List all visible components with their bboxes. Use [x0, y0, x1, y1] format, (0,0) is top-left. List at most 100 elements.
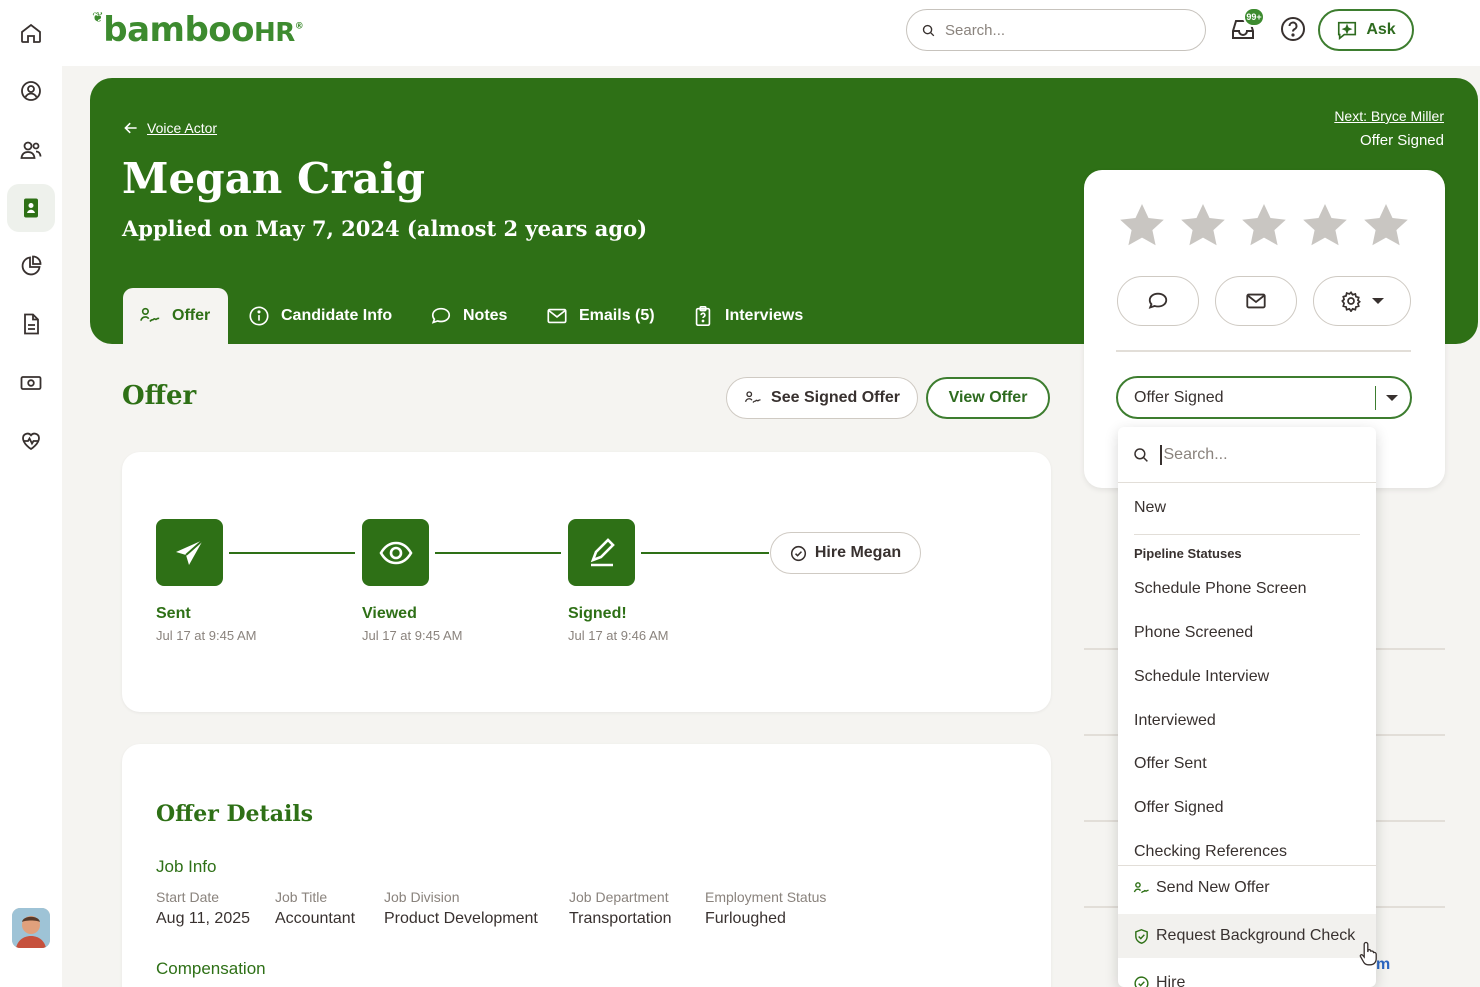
rail-people[interactable] — [7, 126, 55, 174]
hand-pointer-icon — [1359, 941, 1377, 966]
chevron-down-icon — [1372, 298, 1384, 304]
pen-icon — [590, 537, 615, 566]
rail-reports[interactable] — [7, 242, 55, 290]
status-select[interactable]: Offer Signed — [1116, 376, 1412, 419]
status-option[interactable]: Offer Signed — [1134, 799, 1224, 817]
action-label: Request Background Check — [1156, 927, 1356, 944]
detail-value: Furloughed — [705, 910, 786, 927]
step-viewed — [362, 519, 429, 586]
star-icon[interactable] — [1360, 200, 1412, 252]
shield-check-icon — [1135, 928, 1148, 944]
star-icon[interactable] — [1299, 200, 1351, 252]
avatar[interactable] — [12, 908, 50, 948]
search-icon — [1134, 447, 1148, 462]
back-link-label: Voice Actor — [147, 120, 218, 136]
view-offer-button[interactable]: View Offer — [926, 377, 1050, 419]
applied-date: Applied on May 7, 2024 (almost 2 years a… — [122, 216, 648, 241]
see-signed-offer-button[interactable]: See Signed Offer — [726, 377, 918, 419]
text-cursor — [1160, 444, 1162, 465]
help-icon — [1281, 17, 1305, 41]
button-label: See Signed Offer — [771, 389, 900, 406]
select-separator — [1374, 386, 1376, 410]
add-comment-button[interactable] — [1117, 276, 1199, 326]
status-option[interactable]: Interviewed — [1134, 712, 1216, 730]
star-icon[interactable] — [1238, 200, 1290, 252]
status-search-input[interactable]: Search... — [1118, 427, 1376, 483]
payroll-icon — [20, 376, 42, 390]
arrow-left-icon — [124, 122, 137, 134]
step-date: Jul 17 at 9:45 AM — [156, 628, 257, 643]
tab-label: Notes — [463, 307, 508, 324]
section-title: Offer — [122, 381, 197, 411]
step-date: Jul 17 at 9:45 AM — [362, 628, 463, 643]
status-option[interactable]: Schedule Phone Screen — [1134, 580, 1307, 598]
chevron-down-icon[interactable] — [1386, 395, 1398, 401]
dropdown-divider — [1134, 534, 1360, 535]
tab-notes[interactable]: Notes — [430, 288, 507, 344]
detail-key: Job Title — [275, 889, 328, 905]
clipboard-icon — [695, 306, 711, 326]
rail-benefits[interactable] — [7, 417, 55, 465]
offer-details-title: Offer Details — [156, 801, 314, 827]
rail-payroll[interactable] — [7, 359, 55, 407]
tab-candidate-info[interactable]: Candidate Info — [248, 288, 392, 344]
detail-key: Job Department — [569, 889, 669, 905]
send-email-button[interactable] — [1215, 276, 1297, 326]
help-button[interactable] — [1277, 13, 1309, 45]
dropdown-group-label: Pipeline Statuses — [1134, 546, 1242, 561]
profile-icon — [21, 81, 41, 101]
candidate-name: Megan Craig — [122, 154, 426, 203]
status-option[interactable]: Schedule Interview — [1134, 668, 1269, 686]
status-select-value: Offer Signed — [1134, 388, 1224, 406]
candidate-settings-button[interactable] — [1313, 276, 1411, 326]
gear-icon — [1341, 291, 1361, 312]
request-background-check-option[interactable]: Request Background Check — [1118, 914, 1376, 958]
info-icon — [249, 306, 269, 326]
status-option[interactable]: Checking References — [1134, 843, 1287, 861]
detail-value: Transportation — [569, 910, 672, 927]
signature-icon — [140, 307, 160, 322]
button-label: View Offer — [948, 389, 1028, 406]
user-avatar-icon — [12, 908, 50, 948]
hire-option[interactable]: Hire — [1118, 961, 1376, 987]
notification-badge: 99+ — [1243, 7, 1265, 27]
leaf-icon: ❦ — [92, 10, 104, 26]
search-placeholder: Search... — [945, 21, 1006, 39]
home-icon — [21, 23, 41, 43]
tab-offer[interactable]: Offer — [123, 288, 228, 344]
detail-job-division: Job Division Product Development — [384, 889, 538, 928]
detail-key: Employment Status — [705, 889, 827, 905]
step-connector — [641, 552, 769, 554]
rail-documents[interactable] — [7, 300, 55, 348]
back-to-job-link[interactable]: Voice Actor — [123, 120, 217, 136]
status-dropdown: Search... New Pipeline Statuses Schedule… — [1118, 427, 1376, 987]
detail-key: Start Date — [156, 889, 220, 905]
status-option[interactable]: Offer Sent — [1134, 755, 1207, 773]
tab-emails[interactable]: Emails (5) — [546, 288, 655, 344]
star-icon[interactable] — [1116, 200, 1168, 252]
rail-profile[interactable] — [7, 67, 55, 115]
detail-job-title: Job Title Accountant — [275, 889, 355, 928]
bamboohr-logo[interactable]: ❦bambooHR® — [92, 10, 304, 50]
action-label: Send New Offer — [1156, 879, 1270, 896]
signature-icon — [1133, 881, 1149, 893]
send-new-offer-option[interactable]: Send New Offer — [1118, 866, 1376, 910]
rail-hiring[interactable] — [7, 184, 55, 232]
step-label: Sent — [156, 605, 191, 622]
hire-candidate-button[interactable]: Hire Megan — [770, 532, 921, 574]
detail-value: Aug 11, 2025 — [156, 910, 251, 927]
tab-label: Emails (5) — [579, 307, 655, 324]
ask-button[interactable]: Ask — [1318, 9, 1414, 51]
status-option-new[interactable]: New — [1134, 499, 1166, 517]
detail-key: Job Division — [384, 889, 460, 905]
job-info-heading: Job Info — [156, 857, 217, 876]
status-option[interactable]: Phone Screened — [1134, 624, 1253, 642]
global-search-input[interactable]: Search... — [906, 9, 1206, 51]
star-icon[interactable] — [1177, 200, 1229, 252]
rail-home[interactable] — [7, 9, 55, 57]
next-candidate-link[interactable]: Next: Bryce Miller — [1334, 108, 1444, 124]
compensation-heading: Compensation — [156, 959, 266, 978]
step-label: Signed! — [568, 605, 627, 622]
detail-employment-status: Employment Status Furloughed — [705, 889, 826, 928]
tab-interviews[interactable]: Interviews — [692, 288, 803, 344]
